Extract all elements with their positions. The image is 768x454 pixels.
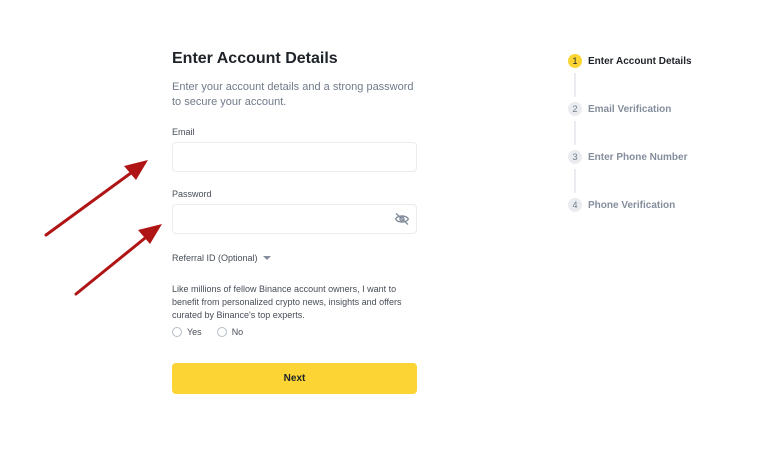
step-number: 3: [568, 150, 582, 164]
consent-radio-group: Yes No: [172, 327, 417, 337]
eye-hidden-icon[interactable]: [394, 212, 410, 226]
step-number: 1: [568, 54, 582, 68]
step-connector: [574, 73, 576, 97]
step-number: 4: [568, 198, 582, 212]
signup-page: Enter Account Details Enter your account…: [0, 0, 768, 454]
page-title: Enter Account Details: [172, 50, 338, 67]
consent-no-radio[interactable]: No: [216, 327, 244, 337]
next-button[interactable]: Next: [172, 363, 417, 394]
arrow-to-password-icon: [74, 224, 162, 296]
step-label: Email Verification: [588, 103, 672, 115]
page-subtitle: Enter your account details and a strong …: [172, 81, 414, 108]
arrow-to-email-icon: [44, 160, 148, 237]
step-number: 2: [568, 102, 582, 116]
email-field[interactable]: [173, 143, 403, 171]
step-label: Phone Verification: [588, 199, 676, 211]
referral-toggle[interactable]: Referral ID (Optional): [172, 252, 417, 264]
radio-circle-icon: [216, 327, 227, 337]
email-label: Email: [172, 127, 195, 137]
radio-circle-icon: [172, 327, 182, 337]
consent-no-label: No: [231, 327, 244, 337]
consent-yes-label: Yes: [187, 327, 202, 337]
step-enter-phone-number: 3 Enter Phone Number: [568, 149, 692, 165]
password-field[interactable]: [173, 205, 403, 233]
step-phone-verification: 4 Phone Verification: [568, 197, 692, 213]
step-connector: [574, 169, 576, 193]
referral-label: Referral ID (Optional): [172, 253, 258, 263]
email-field-container: [172, 142, 417, 172]
password-field-container: [172, 204, 417, 234]
marketing-consent-text: Like millions of fellow Binance account …: [172, 284, 402, 320]
signup-stepper: 1 Enter Account Details 2 Email Verifica…: [568, 53, 692, 213]
step-connector: [574, 121, 576, 145]
step-label: Enter Phone Number: [588, 151, 688, 163]
step-enter-account-details: 1 Enter Account Details: [568, 53, 692, 69]
consent-yes-radio[interactable]: Yes: [172, 327, 202, 337]
password-label: Password: [172, 189, 212, 199]
step-label: Enter Account Details: [588, 55, 692, 67]
step-email-verification: 2 Email Verification: [568, 101, 692, 117]
caret-down-icon: [262, 256, 271, 260]
account-details-form: Enter Account Details Enter your account…: [172, 48, 417, 394]
